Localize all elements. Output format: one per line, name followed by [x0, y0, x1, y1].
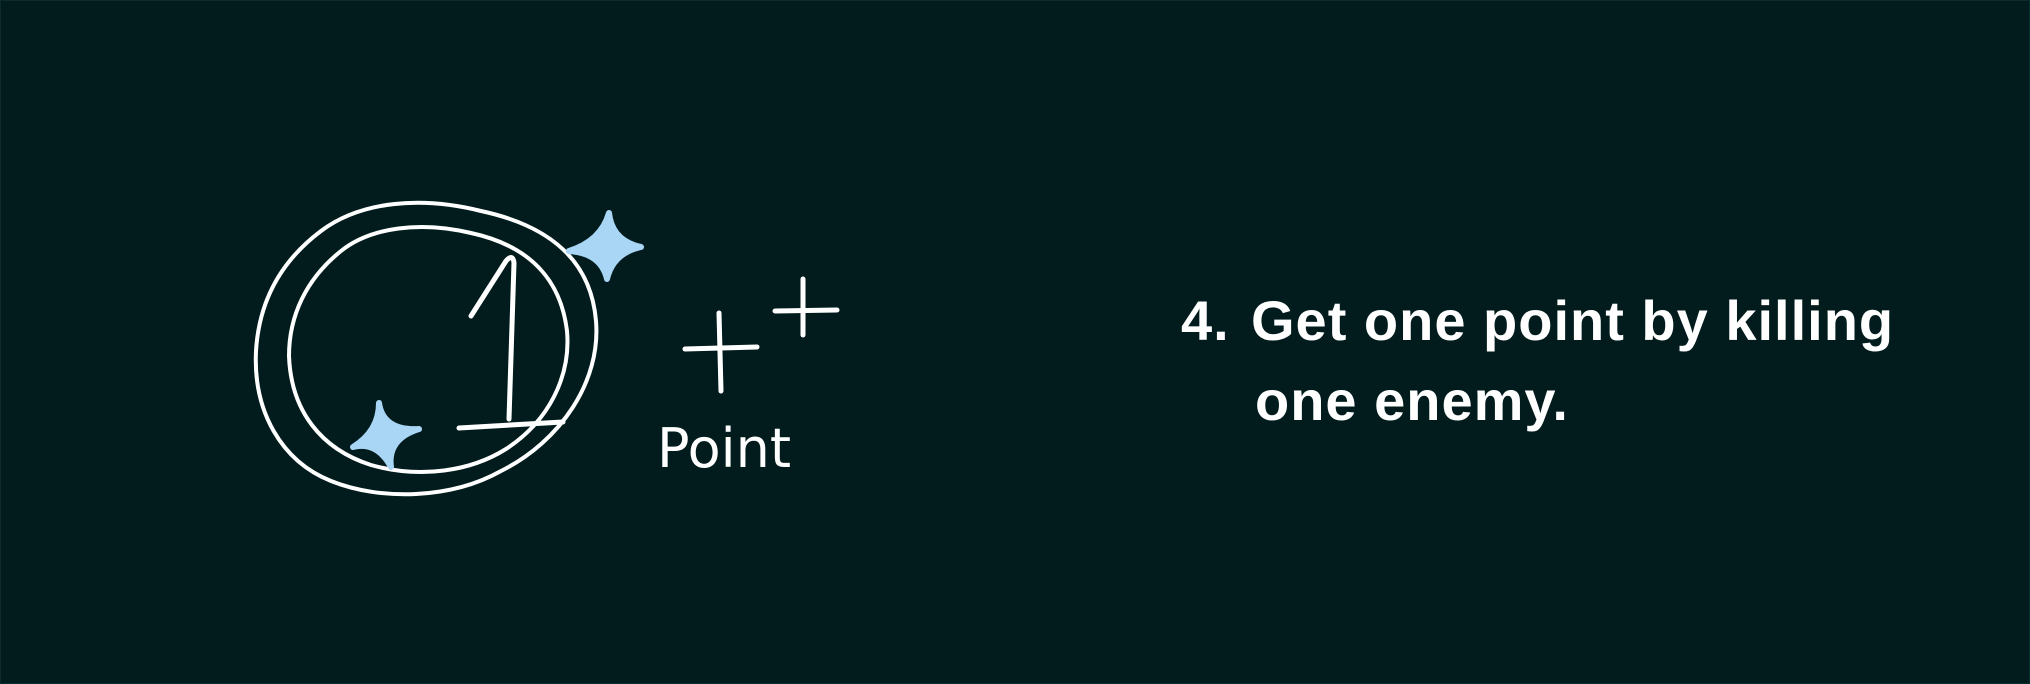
step-number: 4.: [1181, 289, 1230, 352]
point-label: Point: [657, 417, 791, 480]
instruction-line-1: Get one point by killing: [1251, 289, 1895, 352]
coin-numeral-base: [456, 419, 566, 431]
coin-numeral-one: [468, 255, 517, 422]
instruction-line-2: one enemy.: [1255, 369, 1569, 432]
instruction-text: 4. Get one point by killing one enemy.: [1181, 281, 1981, 441]
coin-illustration: Point: [253, 200, 840, 497]
tutorial-panel: Point 4. Get one point by killing one ene…: [0, 0, 2030, 684]
coin-outer-ring: [253, 200, 599, 497]
coin-inner-ring: [287, 225, 570, 474]
sparkle-icon: [350, 400, 422, 470]
plus-icon: [682, 310, 760, 394]
plus-icon: [772, 276, 840, 338]
